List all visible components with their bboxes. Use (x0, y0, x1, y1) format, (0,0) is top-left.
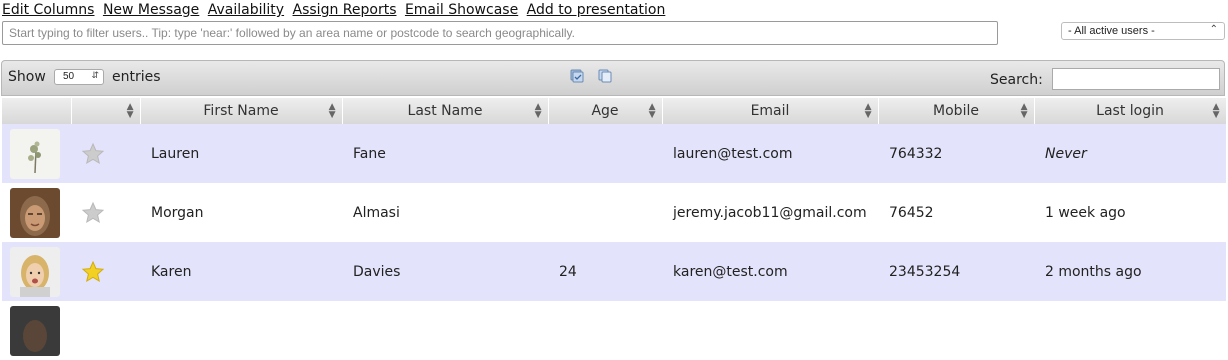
new-message-link[interactable]: New Message (103, 2, 199, 18)
avatar-cell (2, 301, 71, 360)
email-showcase-link[interactable]: Email Showcase (405, 2, 518, 18)
last-login-cell: 1 week ago (1034, 183, 1226, 242)
last-name-cell: Almasi (342, 183, 548, 242)
age-cell: 24 (548, 242, 662, 301)
favorite-star-icon[interactable] (81, 201, 105, 225)
add-to-presentation-link[interactable]: Add to presentation (527, 2, 666, 18)
first-name-cell (140, 301, 342, 360)
sort-icon: ▲ ▼ (126, 102, 134, 120)
table-row[interactable]: Karen Davies 24 karen@test.com 23453254 … (2, 242, 1226, 301)
avatar-cell (2, 183, 71, 242)
show-label: Show (8, 69, 46, 85)
col-header-last-login[interactable]: Last login ▲ ▼ (1034, 98, 1227, 124)
email-cell: karen@test.com (662, 242, 878, 301)
table-header: ▲ ▼ First Name ▲ ▼ Last Name ▲ ▼ Age ▲ ▼ Email ▲… (2, 98, 1227, 124)
favorite-cell (71, 183, 140, 242)
user-filter-input[interactable] (2, 21, 998, 45)
users-table: ▲ ▼ First Name ▲ ▼ Last Name ▲ ▼ Age ▲ ▼ Email ▲… (2, 98, 1227, 360)
copy-icon[interactable] (598, 69, 612, 83)
col-header-last-name[interactable]: Last Name ▲ ▼ (342, 98, 549, 124)
last-login-cell (1034, 301, 1226, 360)
last-name-cell: Fane (342, 124, 548, 183)
col-header-star[interactable]: ▲ ▼ (71, 98, 141, 124)
avatar[interactable] (10, 305, 60, 356)
table-row[interactable] (2, 301, 1226, 360)
table-row[interactable]: Lauren Fane lauren@test.com 764332 Never (2, 124, 1226, 183)
col-header-first-name[interactable]: First Name ▲ ▼ (140, 98, 343, 124)
age-cell (548, 183, 662, 242)
sort-icon: ▲ ▼ (648, 102, 656, 120)
mobile-cell (878, 301, 1034, 360)
col-header-avatar (2, 98, 72, 124)
email-cell (662, 301, 878, 360)
col-header-email[interactable]: Email ▲ ▼ (662, 98, 879, 124)
select-all-icon[interactable] (570, 69, 584, 83)
age-cell (548, 301, 662, 360)
sort-icon: ▲ ▼ (534, 102, 542, 120)
favorite-cell (71, 301, 140, 360)
last-login-cell: 2 months ago (1034, 242, 1226, 301)
sort-icon: ▲ ▼ (1212, 102, 1220, 120)
last-name-cell: Davies (342, 242, 548, 301)
first-name-cell: Karen (140, 242, 342, 301)
action-links: Edit Columns New Message Availability As… (2, 2, 669, 18)
avatar[interactable] (10, 187, 60, 238)
table-toolbar: Show 50 ⇵ entries Search: (1, 60, 1225, 96)
table-search-input[interactable] (1052, 68, 1220, 90)
col-header-age[interactable]: Age ▲ ▼ (548, 98, 663, 124)
entries-per-page-value: 50 (63, 71, 75, 82)
mobile-cell: 76452 (878, 183, 1034, 242)
assign-reports-link[interactable]: Assign Reports (293, 2, 397, 18)
avatar-cell (2, 242, 71, 301)
last-login-cell: Never (1034, 124, 1226, 183)
last-name-cell (342, 301, 548, 360)
email-cell: lauren@test.com (662, 124, 878, 183)
favorite-cell (71, 124, 140, 183)
user-status-selected: - All active users - (1068, 25, 1155, 37)
entries-per-page-select[interactable]: 50 ⇵ (54, 69, 104, 85)
availability-link[interactable]: Availability (208, 2, 284, 18)
user-status-select[interactable]: - All active users - ⌃ (1061, 22, 1225, 40)
avatar-cell (2, 124, 71, 183)
col-header-mobile[interactable]: Mobile ▲ ▼ (878, 98, 1035, 124)
mobile-cell: 23453254 (878, 242, 1034, 301)
first-name-cell: Morgan (140, 183, 342, 242)
favorite-cell (71, 242, 140, 301)
select-arrows-icon: ⇵ (91, 70, 99, 80)
sort-icon: ▲ ▼ (1020, 102, 1028, 120)
avatar[interactable] (10, 128, 60, 179)
sort-icon: ▲ ▼ (328, 102, 336, 120)
favorite-star-icon[interactable] (81, 260, 105, 284)
age-cell (548, 124, 662, 183)
edit-columns-link[interactable]: Edit Columns (2, 2, 94, 18)
mobile-cell: 764332 (878, 124, 1034, 183)
favorite-star-icon[interactable] (81, 142, 105, 166)
first-name-cell: Lauren (140, 124, 342, 183)
entries-label: entries (112, 69, 161, 85)
table-row[interactable]: Morgan Almasi jeremy.jacob11@gmail.com 7… (2, 183, 1226, 242)
select-arrows-icon: ⌃ (1209, 24, 1218, 35)
search-label: Search: (990, 72, 1043, 88)
email-cell: jeremy.jacob11@gmail.com (662, 183, 878, 242)
avatar[interactable] (10, 246, 60, 297)
sort-icon: ▲ ▼ (864, 102, 872, 120)
